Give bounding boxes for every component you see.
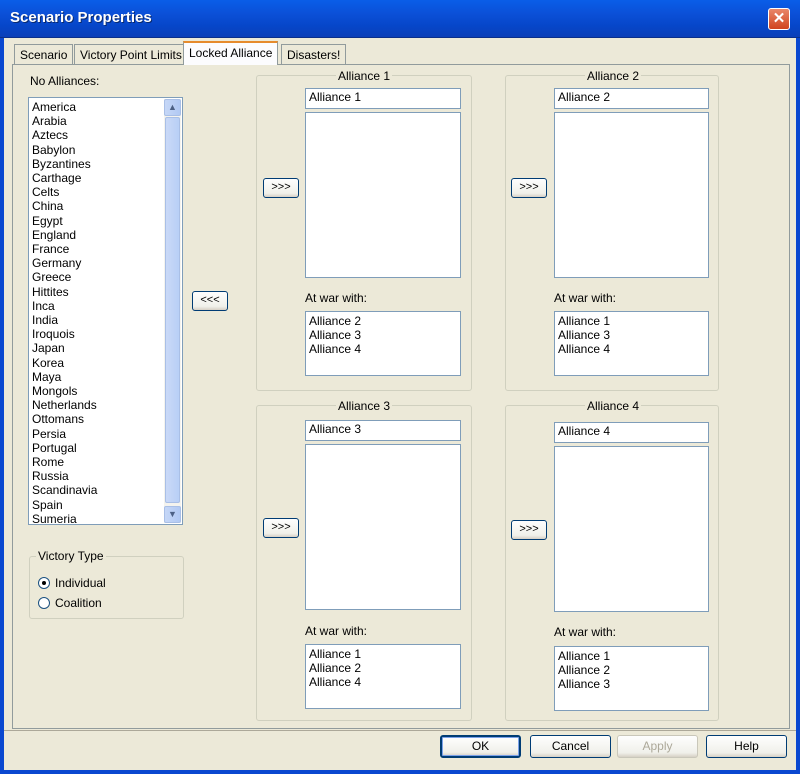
list-item[interactable]: Alliance 2 <box>306 314 460 328</box>
no-alliances-scrollbar[interactable]: ▲ ▼ <box>164 99 181 523</box>
alliance-2-members-list[interactable] <box>554 112 709 278</box>
tab-locked-alliance[interactable]: Locked Alliance <box>183 41 279 65</box>
close-button[interactable]: ✕ <box>768 8 790 30</box>
list-item[interactable]: Portugal <box>29 441 182 455</box>
list-item[interactable]: Alliance 4 <box>306 342 460 356</box>
list-item[interactable]: Alliance 1 <box>555 649 708 663</box>
list-item[interactable]: Alliance 3 <box>555 677 708 691</box>
list-item[interactable]: Alliance 4 <box>306 675 460 689</box>
alliance-2-at-war-label: At war with: <box>554 291 617 305</box>
title-bar[interactable]: Scenario Properties ✕ <box>0 0 800 38</box>
list-item[interactable]: Netherlands <box>29 398 182 412</box>
alliance-2-at-war-list[interactable]: Alliance 1 Alliance 3 Alliance 4 <box>554 311 709 376</box>
list-item[interactable]: China <box>29 199 182 213</box>
tab-victory-point-limits[interactable]: Victory Point Limits <box>74 44 188 64</box>
alliance-3-name-field[interactable]: Alliance 3 <box>305 420 461 441</box>
window-title: Scenario Properties <box>10 9 152 26</box>
list-item[interactable]: Celts <box>29 185 182 199</box>
window-frame-right <box>796 38 800 774</box>
alliance-1-name-field[interactable]: Alliance 1 <box>305 88 461 109</box>
alliance-2-add-button[interactable]: >>> <box>511 178 547 198</box>
alliance-2-title: Alliance 2 <box>585 69 642 83</box>
list-item[interactable]: Greece <box>29 270 182 284</box>
list-item[interactable]: Spain <box>29 498 182 512</box>
no-alliances-label: No Alliances: <box>30 74 100 88</box>
list-item[interactable]: Russia <box>29 469 182 483</box>
list-item[interactable]: Arabia <box>29 114 182 128</box>
list-item[interactable]: Aztecs <box>29 128 182 142</box>
alliance-2-name-field[interactable]: Alliance 2 <box>554 88 709 109</box>
alliance-4-members-list[interactable] <box>554 446 709 612</box>
list-item[interactable]: Alliance 1 <box>306 647 460 661</box>
window-frame-bottom <box>0 770 800 774</box>
list-item[interactable]: Persia <box>29 427 182 441</box>
alliance-1-title: Alliance 1 <box>336 69 393 83</box>
list-item[interactable]: Babylon <box>29 143 182 157</box>
list-item[interactable]: France <box>29 242 182 256</box>
alliance-4-name-field[interactable]: Alliance 4 <box>554 422 709 443</box>
chevron-down-icon[interactable]: ▼ <box>164 506 181 523</box>
individual-label: Individual <box>55 576 106 590</box>
list-item[interactable]: Alliance 3 <box>555 328 708 342</box>
list-item[interactable]: Alliance 1 <box>555 314 708 328</box>
list-item[interactable]: Maya <box>29 370 182 384</box>
alliance-4-at-war-list[interactable]: Alliance 1 Alliance 2 Alliance 3 <box>554 646 709 711</box>
list-item[interactable]: Inca <box>29 299 182 313</box>
list-item[interactable]: America <box>29 100 182 114</box>
list-item[interactable]: Ottomans <box>29 412 182 426</box>
alliance-3-at-war-list[interactable]: Alliance 1 Alliance 2 Alliance 4 <box>305 644 461 709</box>
list-item[interactable]: England <box>29 228 182 242</box>
ok-button[interactable]: OK <box>440 735 521 758</box>
footer-separator <box>4 730 796 731</box>
apply-button[interactable]: Apply <box>617 735 698 758</box>
alliance-4-at-war-label: At war with: <box>554 625 617 639</box>
chevron-up-icon[interactable]: ▲ <box>164 99 181 116</box>
alliance-4-add-button[interactable]: >>> <box>511 520 547 540</box>
list-item[interactable]: Egypt <box>29 214 182 228</box>
alliance-1-members-list[interactable] <box>305 112 461 278</box>
list-item[interactable]: Japan <box>29 341 182 355</box>
list-item[interactable]: India <box>29 313 182 327</box>
list-item[interactable]: Sumeria <box>29 512 182 524</box>
list-item[interactable]: Alliance 4 <box>555 342 708 356</box>
close-icon: ✕ <box>772 10 786 27</box>
coalition-label: Coalition <box>55 596 102 610</box>
alliance-3-at-war-label: At war with: <box>305 624 368 638</box>
victory-type-title: Victory Type <box>36 549 106 563</box>
coalition-radio[interactable] <box>38 597 50 609</box>
alliance-3-add-button[interactable]: >>> <box>263 518 299 538</box>
list-item[interactable]: Alliance 2 <box>306 661 460 675</box>
list-item[interactable]: Byzantines <box>29 157 182 171</box>
list-item[interactable]: Rome <box>29 455 182 469</box>
list-item[interactable]: Korea <box>29 356 182 370</box>
list-item[interactable]: Iroquois <box>29 327 182 341</box>
list-item[interactable]: Hittites <box>29 285 182 299</box>
tab-scenario[interactable]: Scenario <box>14 44 74 64</box>
tab-disasters[interactable]: Disasters! <box>281 44 347 64</box>
alliance-1-add-button[interactable]: >>> <box>263 178 299 198</box>
scrollbar-thumb[interactable] <box>165 117 180 503</box>
list-item[interactable]: Mongols <box>29 384 182 398</box>
help-button[interactable]: Help <box>706 735 787 758</box>
alliance-3-title: Alliance 3 <box>336 399 393 413</box>
remove-from-alliance-button[interactable]: <<< <box>192 291 228 311</box>
list-item[interactable]: Scandinavia <box>29 483 182 497</box>
alliance-4-title: Alliance 4 <box>585 399 642 413</box>
individual-radio[interactable] <box>38 577 50 589</box>
alliance-1-at-war-label: At war with: <box>305 291 368 305</box>
no-alliances-list[interactable]: America Arabia Aztecs Babylon Byzantines Cart… <box>28 97 183 525</box>
list-item[interactable]: Alliance 3 <box>306 328 460 342</box>
window-frame-left <box>0 38 4 774</box>
alliance-1-at-war-list[interactable]: Alliance 2 Alliance 3 Alliance 4 <box>305 311 461 376</box>
victory-type-group <box>29 556 184 619</box>
cancel-button[interactable]: Cancel <box>530 735 611 758</box>
alliance-3-members-list[interactable] <box>305 444 461 610</box>
list-item[interactable]: Alliance 2 <box>555 663 708 677</box>
list-item[interactable]: Germany <box>29 256 182 270</box>
list-item[interactable]: Carthage <box>29 171 182 185</box>
